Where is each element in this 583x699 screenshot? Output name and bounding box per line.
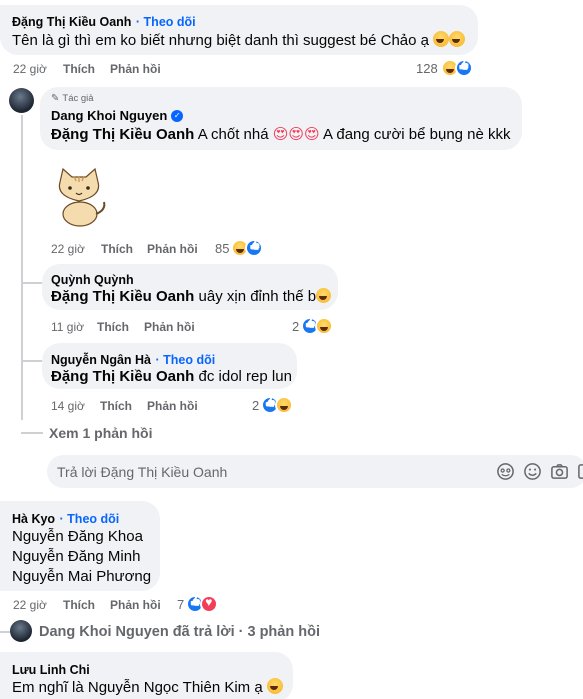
comment-time[interactable]: 14 giờ — [51, 399, 85, 413]
reaction-summary[interactable]: 7 — [177, 595, 219, 613]
comment-line: Nguyễn Đăng Minh — [12, 548, 141, 565]
comment-author[interactable]: Hà Kyo — [12, 512, 55, 526]
follow-link[interactable]: Theo dõi — [67, 512, 119, 526]
reaction-count: 2 — [292, 318, 300, 334]
haha-reaction-icon — [275, 396, 294, 414]
reply-button[interactable]: Phản hồi — [110, 598, 161, 612]
reply-button[interactable]: Phản hồi — [147, 242, 198, 256]
reaction-summary[interactable]: 85 — [215, 239, 264, 257]
avatar — [10, 620, 32, 642]
love-reaction-icon — [200, 595, 219, 613]
comment-author[interactable]: Đặng Thị Kiều Oanh — [12, 15, 131, 29]
heart-eyes-emoji-icon: 😍😍😍 — [272, 126, 320, 143]
comment-text: A chốt nhá — [197, 126, 269, 143]
avatar-sticker-icon[interactable] — [496, 462, 515, 481]
comment-text: đc idol rep lun — [198, 368, 292, 385]
like-button[interactable]: Thích — [100, 399, 132, 413]
reaction-count: 85 — [215, 240, 230, 256]
comment-text: A đang cười bể bụng nè kkk — [323, 126, 511, 143]
comment-text: Tên là gì thì em ko biết nhưng biệt danh… — [12, 32, 429, 49]
avatar[interactable] — [9, 88, 34, 113]
comment-author[interactable]: Quỳnh Quỳnh — [51, 273, 134, 287]
verified-badge-icon: ✓ — [171, 109, 184, 122]
view-more-replies-link[interactable]: Xem 1 phản hồi — [49, 425, 152, 441]
comment-bubble: Quỳnh Quỳnh Đặng Thị Kiều Oanh uây xịn đ… — [42, 264, 338, 310]
like-reaction-icon — [245, 239, 264, 257]
reaction-count: 128 — [416, 60, 438, 76]
reply-button[interactable]: Phản hồi — [144, 320, 195, 334]
gif-icon[interactable] — [577, 462, 583, 481]
mention-link[interactable]: Đặng Thị Kiều Oanh — [51, 126, 194, 143]
comment-author[interactable]: Lưu Linh Chi — [12, 663, 90, 677]
camera-icon[interactable] — [550, 462, 569, 481]
comment-line: Nguyễn Mai Phương — [12, 568, 152, 585]
thread-connector — [0, 631, 10, 633]
reaction-summary[interactable]: 2 — [252, 396, 294, 414]
reply-button[interactable]: Phản hồi — [147, 399, 198, 413]
comment-time[interactable]: 22 giờ — [13, 598, 47, 612]
reaction-count: 7 — [177, 596, 185, 612]
like-button[interactable]: Thích — [63, 598, 95, 612]
reply-button[interactable]: Phản hồi — [110, 62, 161, 76]
thread-connector — [21, 282, 43, 284]
comment-bubble: Đặng Thị Kiều Oanh · Theo dõi Tên là gì … — [0, 5, 478, 55]
haha-emoji-icon — [316, 288, 332, 303]
reply-input-placeholder: Trả lời Đặng Thị Kiều Oanh — [57, 464, 228, 480]
author-badge: Tác giả — [62, 93, 94, 104]
follow-link[interactable]: Theo dõi — [144, 15, 196, 29]
comment-author[interactable]: Dang Khoi Nguyen — [51, 108, 167, 123]
like-button[interactable]: Thích — [63, 62, 95, 76]
comment-text: Em nghĩ là Nguyễn Ngọc Thiên Kim ạ — [12, 679, 263, 696]
haha-emoji-icon — [449, 31, 466, 47]
comment-time[interactable]: 22 giờ — [51, 242, 85, 256]
like-button[interactable]: Thích — [97, 320, 129, 334]
reaction-count: 2 — [252, 397, 260, 413]
replied-summary-link[interactable]: Dang Khoi Nguyen đã trả lời · 3 phản hồi — [39, 624, 320, 640]
comment-bubble: Nguyễn Ngân Hà · Theo dõi Đặng Thị Kiều … — [42, 343, 297, 389]
comment-bubble: ✎ Tác giả Dang Khoi Nguyen ✓ Đặng Thị Ki… — [40, 87, 522, 150]
reaction-summary[interactable]: 128 — [416, 59, 473, 77]
cat-sticker[interactable] — [50, 166, 108, 228]
reaction-summary[interactable]: 2 — [292, 317, 334, 335]
follow-link[interactable]: Theo dõi — [163, 353, 215, 367]
pencil-icon: ✎ — [51, 93, 60, 104]
haha-reaction-icon — [315, 317, 334, 335]
comment-time[interactable]: 11 giờ — [51, 320, 84, 334]
comment-author[interactable]: Nguyễn Ngân Hà — [51, 353, 151, 367]
comment-bubble: Hà Kyo · Theo dõi Nguyễn Đăng Khoa Nguyễ… — [0, 501, 160, 591]
mention-link[interactable]: Đặng Thị Kiều Oanh — [51, 288, 194, 305]
reply-input-box[interactable]: Trả lời Đặng Thị Kiều Oanh — [47, 455, 583, 488]
haha-emoji-icon — [433, 31, 450, 47]
comment-line: Nguyễn Đăng Khoa — [12, 528, 143, 545]
smile-emoji-icon — [266, 678, 283, 694]
cat-sticker-image — [58, 167, 106, 227]
comment-time[interactable]: 22 giờ — [13, 62, 47, 76]
emoji-icon[interactable] — [523, 462, 542, 481]
comment-bubble: Lưu Linh Chi Em nghĩ là Nguyễn Ngọc Thiê… — [0, 652, 293, 699]
mention-link[interactable]: Đặng Thị Kiều Oanh — [51, 368, 194, 385]
like-reaction-icon — [454, 59, 473, 77]
comment-text: uây xịn đỉnh thế b — [198, 288, 317, 305]
thread-connector — [21, 432, 43, 434]
thread-line — [21, 115, 23, 420]
like-button[interactable]: Thích — [101, 242, 133, 256]
thread-connector — [21, 360, 43, 362]
